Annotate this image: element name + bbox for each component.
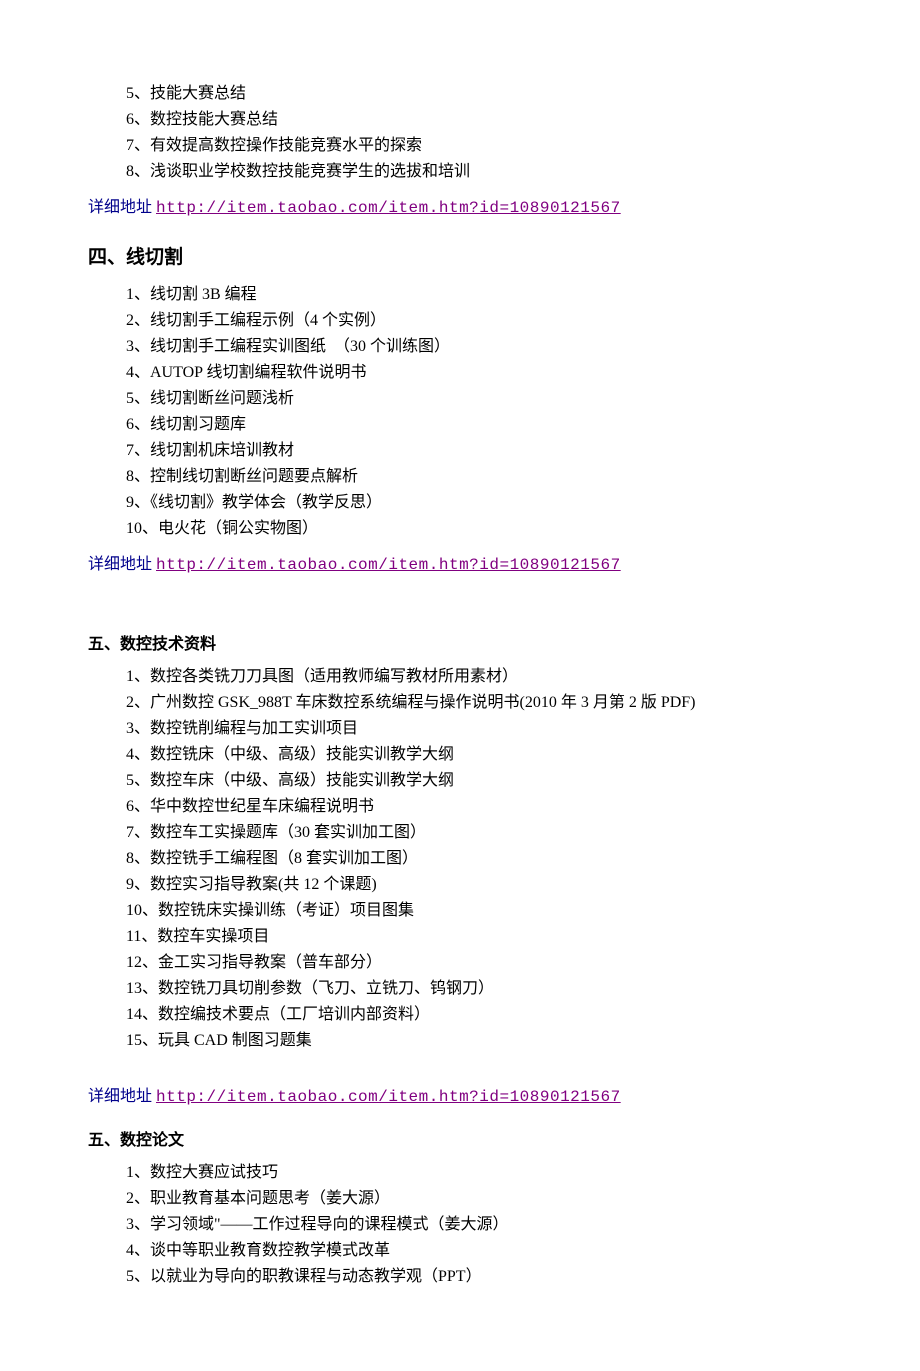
detail-link[interactable]: http://item.taobao.com/item.htm?id=10890… bbox=[156, 556, 621, 574]
list-item: 5、线切割断丝问题浅析 bbox=[88, 387, 832, 411]
detail-link-line: 详细地址 http://item.taobao.com/item.htm?id=… bbox=[88, 1085, 832, 1109]
list-item: 12、金工实习指导教案（普车部分） bbox=[88, 951, 832, 975]
list-item: 6、线切割习题库 bbox=[88, 413, 832, 437]
list-item: 3、学习领域"——工作过程导向的课程模式（姜大源） bbox=[88, 1213, 832, 1237]
list-item: 10、电火花（铜公实物图） bbox=[88, 517, 832, 541]
list-item: 14、数控编技术要点（工厂培训内部资料） bbox=[88, 1003, 832, 1027]
list-item: 2、广州数控 GSK_988T 车床数控系统编程与操作说明书(2010 年 3 … bbox=[88, 691, 832, 715]
section-heading-5a: 五、数控技术资料 bbox=[88, 633, 832, 657]
list-item: 2、线切割手工编程示例（4 个实例） bbox=[88, 309, 832, 333]
list-item: 7、有效提高数控操作技能竞赛水平的探索 bbox=[88, 134, 832, 158]
detail-link-label: 详细地址 bbox=[88, 199, 152, 216]
detail-link[interactable]: http://item.taobao.com/item.htm?id=10890… bbox=[156, 1088, 621, 1106]
list-item: 2、职业教育基本问题思考（姜大源） bbox=[88, 1187, 832, 1211]
list-item: 11、数控车实操项目 bbox=[88, 925, 832, 949]
list-item: 4、数控铣床（中级、高级）技能实训教学大纲 bbox=[88, 743, 832, 767]
list-item: 15、玩具 CAD 制图习题集 bbox=[88, 1029, 832, 1053]
section-heading-4: 四、线切割 bbox=[88, 244, 832, 273]
list-item: 4、谈中等职业教育数控教学模式改革 bbox=[88, 1239, 832, 1263]
section-4-list: 1、线切割 3B 编程 2、线切割手工编程示例（4 个实例） 3、线切割手工编程… bbox=[88, 283, 832, 541]
list-item: 7、线切割机床培训教材 bbox=[88, 439, 832, 463]
list-item: 5、数控车床（中级、高级）技能实训教学大纲 bbox=[88, 769, 832, 793]
list-item: 1、数控大赛应试技巧 bbox=[88, 1161, 832, 1185]
list-item: 3、数控铣削编程与加工实训项目 bbox=[88, 717, 832, 741]
list-item: 8、控制线切割断丝问题要点解析 bbox=[88, 465, 832, 489]
list-item: 8、数控铣手工编程图（8 套实训加工图） bbox=[88, 847, 832, 871]
detail-link-line: 详细地址 http://item.taobao.com/item.htm?id=… bbox=[88, 196, 832, 220]
list-item: 13、数控铣刀具切削参数（飞刀、立铣刀、钨钢刀） bbox=[88, 977, 832, 1001]
list-item: 5、以就业为导向的职教课程与动态教学观（PPT） bbox=[88, 1265, 832, 1289]
section-5a-list: 1、数控各类铣刀刀具图（适用教师编写教材所用素材） 2、广州数控 GSK_988… bbox=[88, 665, 832, 1053]
list-item: 6、华中数控世纪星车床编程说明书 bbox=[88, 795, 832, 819]
list-item: 9、数控实习指导教案(共 12 个课题) bbox=[88, 873, 832, 897]
detail-link-line: 详细地址 http://item.taobao.com/item.htm?id=… bbox=[88, 553, 832, 577]
list-item: 5、技能大赛总结 bbox=[88, 82, 832, 106]
top-list: 5、技能大赛总结 6、数控技能大赛总结 7、有效提高数控操作技能竞赛水平的探索 … bbox=[88, 82, 832, 184]
list-item: 1、线切割 3B 编程 bbox=[88, 283, 832, 307]
detail-link-label: 详细地址 bbox=[88, 1088, 152, 1105]
section-5b-list: 1、数控大赛应试技巧 2、职业教育基本问题思考（姜大源） 3、学习领域"——工作… bbox=[88, 1161, 832, 1289]
detail-link-label: 详细地址 bbox=[88, 556, 152, 573]
list-item: 10、数控铣床实操训练（考证）项目图集 bbox=[88, 899, 832, 923]
detail-link[interactable]: http://item.taobao.com/item.htm?id=10890… bbox=[156, 199, 621, 217]
list-item: 3、线切割手工编程实训图纸 （30 个训练图） bbox=[88, 335, 832, 359]
list-item: 1、数控各类铣刀刀具图（适用教师编写教材所用素材） bbox=[88, 665, 832, 689]
list-item: 4、AUTOP 线切割编程软件说明书 bbox=[88, 361, 832, 385]
list-item: 7、数控车工实操题库（30 套实训加工图） bbox=[88, 821, 832, 845]
list-item: 8、浅谈职业学校数控技能竞赛学生的选拔和培训 bbox=[88, 160, 832, 184]
section-heading-5b: 五、数控论文 bbox=[88, 1129, 832, 1153]
list-item: 9、《线切割》教学体会（教学反思） bbox=[88, 491, 832, 515]
list-item: 6、数控技能大赛总结 bbox=[88, 108, 832, 132]
